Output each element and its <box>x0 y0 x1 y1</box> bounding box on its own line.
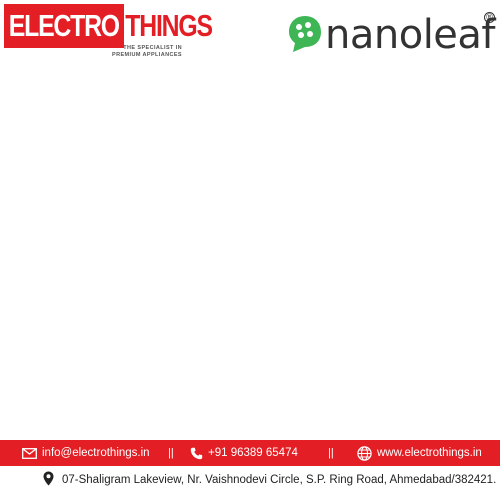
email-contact[interactable]: info@electrothings.in <box>22 440 150 466</box>
logo-electro-text: ELECTRO <box>4 4 124 48</box>
registered-mark: ® <box>484 12 495 23</box>
email-icon <box>22 447 37 459</box>
footer: info@electrothings.in || +91 96389 65474… <box>0 440 500 500</box>
email-text[interactable]: info@electrothings.in <box>42 447 150 459</box>
location-pin-icon <box>43 471 54 486</box>
contact-bar: info@electrothings.in || +91 96389 65474… <box>0 440 500 466</box>
nanoleaf-logo: nanoleaf ® <box>287 10 497 60</box>
separator: || <box>168 447 174 459</box>
electrothings-logo: ELECTRO THINGS THE SPECIALIST IN PREMIUM… <box>4 4 214 62</box>
tagline-line-1: THE SPECIALIST IN <box>123 45 182 51</box>
address-text: 07-Shaligram Lakeview, Nr. Vaishnodevi C… <box>62 474 497 486</box>
phone-icon <box>190 447 203 459</box>
separator: || <box>328 447 334 459</box>
electrothings-wordmark: ELECTRO THINGS <box>4 4 214 48</box>
website-contact[interactable]: www.electrothings.in <box>357 440 482 466</box>
tagline-line-2: PREMIUM APPLIANCES <box>112 52 182 58</box>
logo-things-text: THINGS <box>123 4 214 48</box>
logo-tagline: THE SPECIALIST IN PREMIUM APPLIANCES <box>110 45 182 59</box>
globe-icon <box>357 445 372 461</box>
phone-contact[interactable]: +91 96389 65474 <box>190 440 298 466</box>
nanoleaf-wordmark: nanoleaf <box>325 12 496 58</box>
phone-text[interactable]: +91 96389 65474 <box>208 447 298 459</box>
website-text[interactable]: www.electrothings.in <box>377 447 482 459</box>
nanoleaf-mark-icon <box>289 16 321 52</box>
